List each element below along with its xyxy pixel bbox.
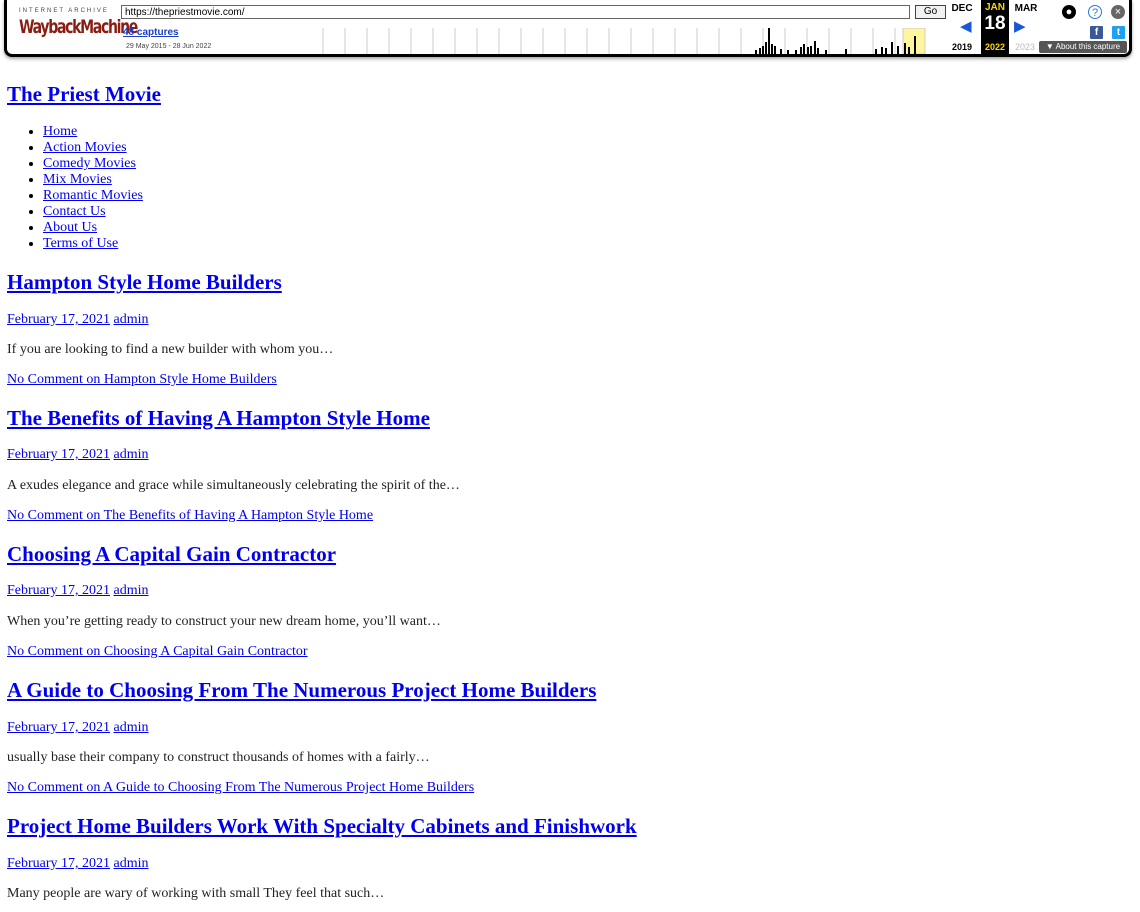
twitter-icon[interactable]: t — [1112, 26, 1125, 39]
current-day-label: 18 — [981, 14, 1009, 34]
post-title[interactable]: The Benefits of Having A Hampton Style H… — [7, 406, 430, 431]
post-date-link[interactable]: February 17, 2021 — [7, 856, 110, 871]
post-author-link[interactable]: admin — [114, 583, 149, 598]
post-meta: February 17, 2021 admin — [7, 856, 149, 872]
nav-link-about-us[interactable]: About Us — [43, 220, 97, 235]
post-title[interactable]: A Guide to Choosing From The Numerous Pr… — [7, 678, 596, 703]
main-nav: Home Action Movies Comedy Movies Mix Mov… — [43, 124, 143, 252]
go-button[interactable]: Go — [915, 5, 946, 19]
nav-link-romantic-movies[interactable]: Romantic Movies — [43, 188, 143, 203]
wayback-logo[interactable]: INTERNET ARCHIVE WaybackMachine — [19, 8, 138, 38]
capture-bar — [807, 47, 809, 54]
post-author-link[interactable]: admin — [114, 447, 149, 462]
about-capture-label: About this capture — [1055, 42, 1121, 51]
capture-bar — [755, 50, 757, 54]
next-capture-arrow-icon[interactable]: ▶ — [1014, 17, 1026, 35]
current-year-label: 2022 — [984, 42, 1006, 52]
post-author-link[interactable]: admin — [114, 856, 149, 871]
capture-date-range: 29 May 2015 - 28 Jun 2022 — [126, 43, 212, 50]
nav-item-romantic-movies: Romantic Movies — [43, 188, 143, 204]
nav-link-mix-movies[interactable]: Mix Movies — [43, 172, 112, 187]
capture-bar — [908, 47, 910, 54]
post-title[interactable]: Choosing A Capital Gain Contractor — [7, 542, 336, 567]
capture-bar — [759, 48, 761, 54]
capture-bar — [810, 46, 812, 54]
capture-bar — [771, 44, 773, 54]
nav-link-comedy-movies[interactable]: Comedy Movies — [43, 156, 136, 171]
post-comment-link[interactable]: No Comment on Choosing A Capital Gain Co… — [7, 644, 308, 660]
help-icon[interactable]: ? — [1088, 5, 1102, 19]
capture-bar — [904, 43, 906, 54]
wayback-machine-label: WaybackMachine — [19, 16, 138, 38]
post-date-link[interactable]: February 17, 2021 — [7, 312, 110, 327]
post-excerpt: usually base their company to construct … — [7, 750, 430, 765]
internet-archive-label: INTERNET ARCHIVE — [19, 8, 109, 14]
post-comment-link[interactable]: No Comment on The Benefits of Having A H… — [7, 508, 373, 524]
capture-bar — [825, 50, 827, 54]
nav-item-terms: Terms of Use — [43, 236, 143, 252]
next-month-label[interactable]: MAR — [1011, 3, 1041, 14]
wayback-toolbar: INTERNET ARCHIVE WaybackMachine https://… — [4, 0, 1132, 57]
post-date-link[interactable]: February 17, 2021 — [7, 447, 110, 462]
post-excerpt: If you are looking to find a new builder… — [7, 342, 334, 357]
capture-bar — [803, 44, 805, 54]
post-title[interactable]: Project Home Builders Work With Specialt… — [7, 814, 637, 839]
current-month-label: JAN — [984, 2, 1005, 13]
nav-item-home: Home — [43, 124, 143, 140]
post-date-link[interactable]: February 17, 2021 — [7, 583, 110, 598]
post-meta: February 17, 2021 admin — [7, 720, 149, 736]
capture-sparkline[interactable] — [235, 28, 927, 54]
capture-bar — [891, 42, 893, 54]
user-icon[interactable]: ● — [1062, 5, 1076, 19]
capture-bar — [762, 46, 764, 54]
post-excerpt: Many people are wary of working with sma… — [7, 886, 385, 901]
capture-bar — [897, 46, 899, 54]
post-author-link[interactable]: admin — [114, 720, 149, 735]
nav-item-action-movies: Action Movies — [43, 140, 143, 156]
post-meta: February 17, 2021 admin — [7, 312, 149, 328]
nav-link-terms[interactable]: Terms of Use — [43, 236, 118, 251]
post-meta: February 17, 2021 admin — [7, 447, 149, 463]
post-date-link[interactable]: February 17, 2021 — [7, 720, 110, 735]
prev-capture-arrow-icon[interactable]: ◀ — [960, 17, 972, 35]
capture-bar — [795, 50, 797, 54]
capture-bar — [800, 47, 802, 54]
close-icon[interactable]: × — [1111, 5, 1125, 19]
nav-link-contact-us[interactable]: Contact Us — [43, 204, 106, 219]
capture-bar — [765, 42, 767, 54]
prev-month-label[interactable]: DEC — [947, 3, 977, 14]
nav-link-action-movies[interactable]: Action Movies — [43, 140, 127, 155]
site-title[interactable]: The Priest Movie — [7, 82, 161, 107]
post-author-link[interactable]: admin — [114, 312, 149, 327]
nav-item-contact-us: Contact Us — [43, 204, 143, 220]
capture-bar — [817, 48, 819, 54]
post-excerpt: A exudes elegance and grace while simult… — [7, 478, 460, 493]
nav-item-mix-movies: Mix Movies — [43, 172, 143, 188]
about-capture-button[interactable]: ▼ About this capture — [1039, 41, 1127, 53]
nav-item-about-us: About Us — [43, 220, 143, 236]
wayback-url-input[interactable]: https://thepriestmovie.com/ — [121, 5, 910, 19]
capture-bar — [780, 49, 782, 54]
capture-bar — [814, 41, 816, 54]
post-title[interactable]: Hampton Style Home Builders — [7, 270, 282, 295]
facebook-icon[interactable]: f — [1090, 26, 1103, 39]
capture-bar — [774, 46, 776, 54]
post-comment-link[interactable]: No Comment on A Guide to Choosing From T… — [7, 780, 474, 796]
nav-item-comedy-movies: Comedy Movies — [43, 156, 143, 172]
capture-bar — [787, 50, 789, 54]
capture-bar — [914, 36, 916, 54]
current-capture-date: JAN 18 2022 — [981, 0, 1009, 54]
prev-year-label[interactable]: 2019 — [947, 42, 977, 52]
capture-bar — [875, 49, 877, 54]
captures-link[interactable]: 48 captures — [123, 27, 179, 38]
capture-bar — [845, 49, 847, 54]
capture-bar — [768, 28, 770, 54]
next-year-label: 2023 — [1014, 42, 1036, 52]
nav-link-home[interactable]: Home — [43, 124, 77, 139]
post-meta: February 17, 2021 admin — [7, 583, 149, 599]
post-comment-link[interactable]: No Comment on Hampton Style Home Builder… — [7, 372, 277, 388]
capture-bar — [881, 47, 883, 54]
post-excerpt: When you’re getting ready to construct y… — [7, 614, 441, 629]
capture-bar — [885, 48, 887, 54]
